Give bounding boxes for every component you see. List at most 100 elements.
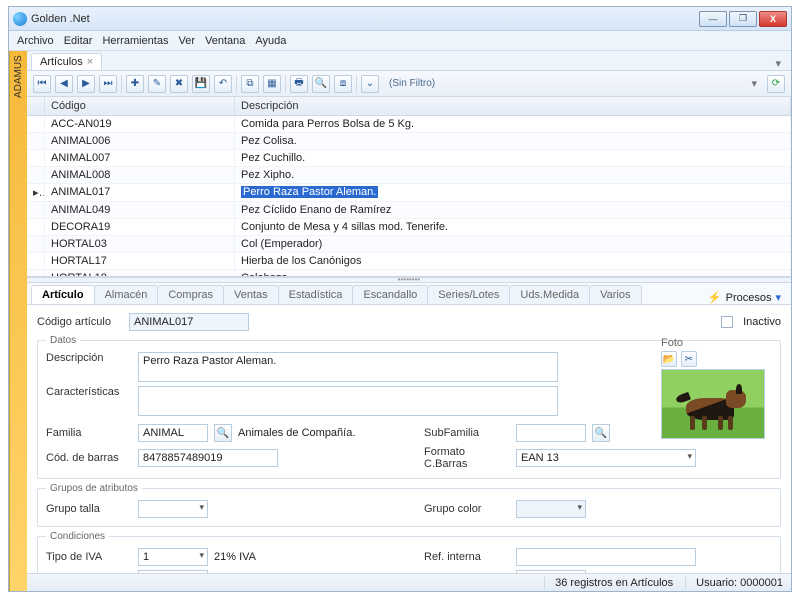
new-icon[interactable]: ✚ [126,75,144,93]
tab-varios[interactable]: Varios [589,285,641,304]
layout-icon[interactable]: ⧈ [334,75,352,93]
grid-icon[interactable]: ▦ [263,75,281,93]
status-count: 36 registros en Artículos [544,577,673,589]
nav-first-icon[interactable]: ⏮ [33,75,51,93]
detail-tabs: Artículo Almacén Compras Ventas Estadíst… [27,283,791,305]
table-row[interactable]: ACC-AN019Comida para Perros Bolsa de 5 K… [27,116,791,133]
ref-int-field[interactable] [516,548,696,566]
lbl-carac: Características [46,386,132,398]
save-icon[interactable]: 💾 [192,75,210,93]
tab-escandallo[interactable]: Escandallo [352,285,428,304]
data-grid[interactable]: Código Descripción ACC-AN019Comida para … [27,97,791,277]
table-row[interactable]: ANIMAL008Pez Xipho. [27,167,791,184]
close-button[interactable]: X [759,11,787,27]
table-row[interactable]: ANIMAL049Pez Cíclido Enano de Ramírez [27,202,791,219]
filter-icon[interactable]: ⌄ [361,75,379,93]
lbl-codigo: Código artículo [37,316,123,328]
form-panel: Código artículo ANIMAL017 Inactivo Datos… [27,305,791,573]
undo-icon[interactable]: ↶ [214,75,232,93]
table-row[interactable]: HORTAL03Col (Emperador) [27,236,791,253]
tipo-iva-select[interactable]: 1 [138,548,208,566]
edit-icon[interactable]: ✎ [148,75,166,93]
formato-select[interactable]: EAN 13 [516,449,696,467]
tab-ventas[interactable]: Ventas [223,285,279,304]
nav-next-icon[interactable]: ▶ [77,75,95,93]
sidebar-handle[interactable]: ADAMUS [9,51,27,591]
grupo-talla-select[interactable] [138,500,208,518]
table-row[interactable]: DECORA19Conjunto de Mesa y 4 sillas mod.… [27,219,791,236]
lbl-subfamilia: SubFamilia [424,427,510,439]
legend-datos: Datos [46,335,80,346]
col-header-desc[interactable]: Descripción [235,97,791,115]
tabs-menu-icon[interactable]: ▾ [769,57,787,70]
window-title: Golden .Net [31,13,699,25]
lbl-desc: Descripción [46,352,132,364]
tab-series[interactable]: Series/Lotes [427,285,510,304]
document-tabs: Artículos × ▾ [27,51,791,71]
tab-compras[interactable]: Compras [157,285,224,304]
nav-prev-icon[interactable]: ◀ [55,75,73,93]
grupo-color-select[interactable] [516,500,586,518]
refresh-icon[interactable]: ⟳ [767,75,785,93]
tab-estadistica[interactable]: Estadística [278,285,354,304]
procesos-button[interactable]: ⚡ Procesos ▾ [702,291,787,304]
nav-last-icon[interactable]: ⏭ [99,75,117,93]
copy-icon[interactable]: ⧉ [241,75,259,93]
tipo-iva-text: 21% IVA [214,551,256,563]
familia-lookup-icon[interactable]: 🔍 [214,424,232,442]
close-tab-icon[interactable]: × [87,56,93,68]
maximize-button[interactable]: ❐ [729,11,757,27]
toolbar-menu-icon[interactable]: ▾ [745,77,763,90]
tab-almacen[interactable]: Almacén [94,285,159,304]
status-user: Usuario: 0000001 [685,577,783,589]
legend-grupos: Grupos de atributos [46,483,142,494]
menu-ver[interactable]: Ver [178,35,195,47]
lbl-ref-int: Ref. interna [424,551,510,563]
codbarras-field[interactable]: 8478857489019 [138,449,278,467]
subfamilia-lookup-icon[interactable]: 🔍 [592,424,610,442]
table-row[interactable]: HORTAL17Hierba de los Canónigos [27,253,791,270]
statusbar: 36 registros en Artículos Usuario: 00000… [27,573,791,591]
legend-cond: Condiciones [46,531,109,542]
tab-articulo[interactable]: Artículo [31,285,95,304]
lbl-tipo-iva: Tipo de IVA [46,551,132,563]
tab-uds[interactable]: Uds.Medida [509,285,590,304]
photo-image[interactable] [661,369,765,439]
toolbar: ⏮ ◀ ▶ ⏭ ✚ ✎ ✖ 💾 ↶ ⧉ ▦ 🖶 🔍 ⧈ ⌄ (Sin Filtr… [27,71,791,97]
inactivo-checkbox[interactable] [721,316,733,328]
menu-ventana[interactable]: Ventana [205,35,245,47]
lbl-inactivo: Inactivo [743,316,781,328]
menu-ayuda[interactable]: Ayuda [255,35,286,47]
desc-field[interactable]: Perro Raza Pastor Aleman. [138,352,558,382]
lbl-formato: Formato C.Barras [424,446,510,470]
table-row[interactable]: ANIMAL007Pez Cuchillo. [27,150,791,167]
tab-label: Artículos [40,56,83,68]
subfamilia-field[interactable] [516,424,586,442]
tab-articulos[interactable]: Artículos × [31,53,102,70]
delete-icon[interactable]: ✖ [170,75,188,93]
table-row[interactable]: ANIMAL006Pez Colisa. [27,133,791,150]
codigo-field[interactable]: ANIMAL017 [129,313,249,331]
menu-herramientas[interactable]: Herramientas [102,35,168,47]
photo-open-icon[interactable]: 📂 [661,351,677,367]
filter-label[interactable]: (Sin Filtro) [383,75,441,93]
menu-editar[interactable]: Editar [64,35,93,47]
familia-field[interactable]: ANIMAL [138,424,208,442]
table-row[interactable]: ▸ANIMAL017Perro Raza Pastor Aleman. [27,184,791,202]
lbl-grupo-talla: Grupo talla [46,503,132,515]
app-icon [13,12,27,26]
print-icon[interactable]: 🖶 [290,75,308,93]
lbl-foto: Foto [661,337,771,349]
familia-text: Animales de Compañía. [238,427,355,439]
menu-archivo[interactable]: Archivo [17,35,54,47]
minimize-button[interactable]: — [699,11,727,27]
gr-desc-select[interactable]: 01 [138,570,208,573]
carac-field[interactable] [138,386,558,416]
titlebar: Golden .Net — ❐ X [9,7,791,31]
search-icon[interactable]: 🔍 [312,75,330,93]
gr-com-select[interactable]: 04 [516,570,586,573]
col-header-code[interactable]: Código [45,97,235,115]
photo-cut-icon[interactable]: ✂ [681,351,697,367]
lbl-grupo-color: Grupo color [424,503,510,515]
lbl-codbarras: Cód. de barras [46,452,132,464]
